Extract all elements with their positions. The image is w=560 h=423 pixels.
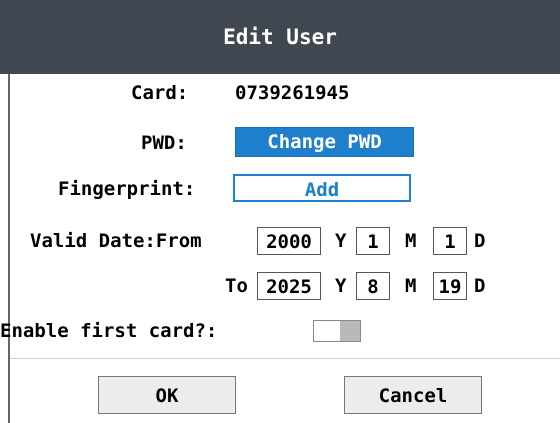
from-month-input[interactable]: 1	[356, 227, 390, 255]
footer-divider	[10, 358, 560, 359]
from-day-unit: D	[474, 230, 486, 252]
change-pwd-button[interactable]: Change PWD	[235, 127, 414, 157]
toggle-knob	[340, 321, 360, 341]
valid-date-from-label: Valid Date:From	[30, 230, 202, 252]
card-value: 0739261945	[235, 82, 350, 104]
ok-button[interactable]: OK	[98, 376, 236, 414]
to-month-unit: M	[405, 275, 417, 297]
card-label: Card:	[131, 82, 189, 104]
dialog-titlebar: Edit User	[0, 0, 560, 74]
pwd-label: PWD:	[141, 132, 187, 154]
add-fingerprint-button[interactable]: Add	[233, 174, 411, 202]
to-year-input[interactable]: 2025	[257, 272, 321, 300]
from-month-unit: M	[405, 230, 417, 252]
from-year-unit: Y	[335, 230, 347, 252]
from-year-input[interactable]: 2000	[257, 227, 321, 255]
cancel-button[interactable]: Cancel	[344, 376, 482, 414]
dialog-title: Edit User	[223, 25, 337, 49]
enable-first-card-toggle[interactable]	[313, 320, 361, 342]
to-day-input[interactable]: 19	[433, 272, 467, 300]
from-day-input[interactable]: 1	[433, 227, 467, 255]
to-day-unit: D	[474, 275, 486, 297]
to-month-input[interactable]: 8	[356, 272, 390, 300]
fingerprint-label: Fingerprint:	[58, 178, 196, 200]
valid-date-to-label: To	[225, 275, 248, 297]
to-year-unit: Y	[335, 275, 347, 297]
enable-first-card-label: Enable first card?:	[0, 320, 218, 342]
